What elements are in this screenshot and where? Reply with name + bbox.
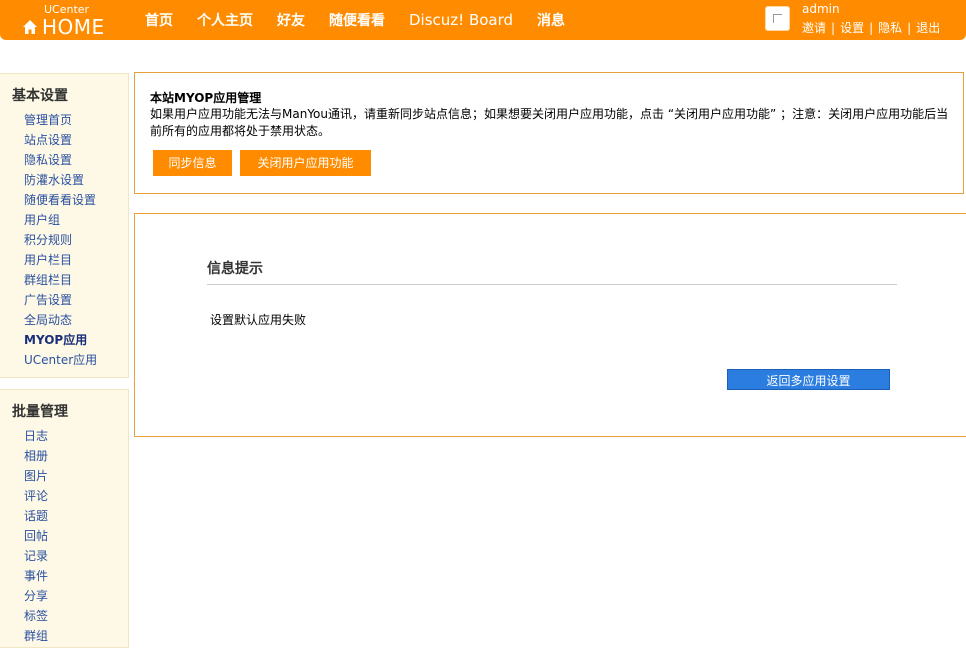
- sidebar-item-global-feed[interactable]: 全局动态: [24, 313, 72, 327]
- sidebar-list: 日志 相册 图片 评论 话题 回帖 记录 事件 分享 标签 群组: [24, 427, 48, 647]
- invite-link[interactable]: 邀请: [802, 21, 826, 35]
- sidebar-basic-settings: 基本设置 管理首页 站点设置 隐私设置 防灌水设置 随便看看设置 用户组 积分规…: [0, 73, 129, 378]
- nav-explore[interactable]: 随便看看: [329, 13, 385, 29]
- nav-home[interactable]: 首页: [145, 13, 173, 29]
- username-link[interactable]: admin: [802, 2, 840, 16]
- sidebar-item-ad-settings[interactable]: 广告设置: [24, 293, 72, 307]
- nav-discuz-board[interactable]: Discuz! Board: [409, 11, 513, 29]
- sidebar-item-user-columns[interactable]: 用户栏目: [24, 253, 72, 267]
- sidebar-item-group-columns[interactable]: 群组栏目: [24, 273, 72, 287]
- sidebar-item-privacy-settings[interactable]: 隐私设置: [24, 153, 72, 167]
- top-header: UCenter HOME 首页 个人主页 好友 随便看看 Discuz! Board 消息…: [0, 0, 966, 40]
- sidebar-item-admin-home[interactable]: 管理首页: [24, 113, 72, 127]
- sync-info-button[interactable]: 同步信息: [153, 150, 232, 176]
- nav-messages[interactable]: 消息: [537, 13, 565, 29]
- panel-description: 如果用户应用功能无法与ManYou通讯，请重新同步站点信息；如果想要关闭用户应用…: [150, 107, 949, 138]
- sidebar-item-explore-settings[interactable]: 随便看看设置: [24, 193, 96, 207]
- logo-home-text: HOME: [42, 15, 105, 39]
- settings-link[interactable]: 设置: [840, 21, 864, 35]
- sidebar-item-ucenter-apps[interactable]: UCenter应用: [24, 353, 97, 367]
- panel-title: 本站MYOP应用管理: [150, 91, 262, 105]
- home-icon: [23, 20, 37, 34]
- sidebar-item-records[interactable]: 记录: [24, 549, 48, 563]
- sidebar-item-events[interactable]: 事件: [24, 569, 48, 583]
- sidebar-item-site-settings[interactable]: 站点设置: [24, 133, 72, 147]
- sidebar-list: 管理首页 站点设置 隐私设置 防灌水设置 随便看看设置 用户组 积分规则 用户栏…: [24, 111, 97, 371]
- sidebar-item-blogs[interactable]: 日志: [24, 429, 48, 443]
- sidebar-item-pictures[interactable]: 图片: [24, 469, 48, 483]
- sidebar-item-groups[interactable]: 群组: [24, 629, 48, 643]
- main-nav: 首页 个人主页 好友 随便看看 Discuz! Board 消息: [145, 10, 589, 30]
- user-links: 邀请 | 设置 | 隐私 | 退出: [802, 19, 940, 36]
- nav-friends[interactable]: 好友: [277, 13, 305, 29]
- privacy-link[interactable]: 隐私: [878, 21, 902, 35]
- close-user-apps-button[interactable]: 关闭用户应用功能: [240, 150, 371, 176]
- sidebar-item-shares[interactable]: 分享: [24, 589, 48, 603]
- sidebar-item-myop-apps[interactable]: MYOP应用: [24, 333, 87, 347]
- sidebar-item-user-groups[interactable]: 用户组: [24, 213, 60, 227]
- message-text: 设置默认应用失败: [210, 313, 307, 327]
- sidebar-item-credit-rules[interactable]: 积分规则: [24, 233, 72, 247]
- sidebar-title: 批量管理: [12, 404, 68, 420]
- separator: |: [831, 21, 836, 35]
- divider: [207, 284, 897, 285]
- message-title: 信息提示: [207, 261, 263, 277]
- myop-management-panel: 本站MYOP应用管理 如果用户应用功能无法与ManYou通讯，请重新同步站点信息…: [134, 72, 964, 194]
- message-panel: 信息提示 设置默认应用失败 返回多应用设置: [134, 213, 966, 437]
- sidebar-item-albums[interactable]: 相册: [24, 449, 48, 463]
- sidebar-item-replies[interactable]: 回帖: [24, 529, 48, 543]
- separator: |: [907, 21, 912, 35]
- nav-profile[interactable]: 个人主页: [197, 13, 253, 29]
- sidebar-item-anti-flood[interactable]: 防灌水设置: [24, 173, 84, 187]
- sidebar-title: 基本设置: [12, 88, 68, 104]
- logout-link[interactable]: 退出: [916, 21, 940, 35]
- back-to-apps-button[interactable]: 返回多应用设置: [727, 369, 890, 390]
- separator: |: [869, 21, 874, 35]
- avatar-placeholder-icon: [773, 14, 782, 23]
- sidebar-item-tags[interactable]: 标签: [24, 609, 48, 623]
- sidebar-batch-management: 批量管理 日志 相册 图片 评论 话题 回帖 记录 事件 分享 标签 群组: [0, 389, 129, 648]
- sidebar-item-topics[interactable]: 话题: [24, 509, 48, 523]
- sidebar-item-comments[interactable]: 评论: [24, 489, 48, 503]
- avatar[interactable]: [765, 6, 790, 31]
